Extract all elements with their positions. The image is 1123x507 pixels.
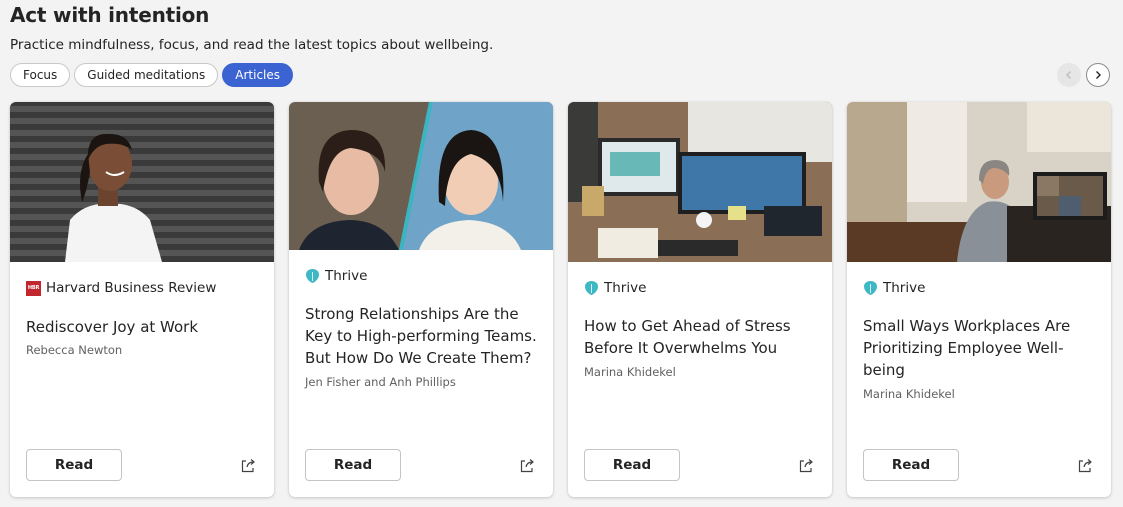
carousel-prev-button[interactable] [1057, 63, 1081, 87]
share-icon [799, 459, 813, 473]
tab-focus[interactable]: Focus [10, 63, 71, 87]
article-author: Marina Khidekel [584, 365, 676, 379]
article-title[interactable]: Strong Relationships Are the Key to High… [305, 303, 541, 369]
share-button[interactable] [238, 456, 258, 476]
source-name: Thrive [883, 280, 926, 296]
article-source: Thrive [863, 280, 925, 296]
article-card[interactable]: HBR Harvard Business Review Rediscover J… [10, 102, 274, 497]
hbr-logo-icon: HBR [26, 280, 41, 296]
share-icon [520, 459, 534, 473]
article-author: Rebecca Newton [26, 343, 123, 357]
article-image [289, 102, 553, 250]
section-subtitle: Practice mindfulness, focus, and read th… [10, 37, 494, 53]
tab-guided-meditations[interactable]: Guided meditations [74, 63, 219, 87]
article-title[interactable]: How to Get Ahead of Stress Before It Ove… [584, 315, 820, 359]
read-button[interactable]: Read [305, 449, 401, 481]
article-image [568, 102, 832, 262]
read-button[interactable]: Read [584, 449, 680, 481]
source-name: Harvard Business Review [46, 280, 217, 296]
article-image [10, 102, 274, 262]
article-source: Thrive [584, 280, 646, 296]
share-icon [241, 459, 255, 473]
chevron-left-icon [1066, 71, 1071, 79]
chevron-right-icon [1096, 71, 1101, 79]
article-card[interactable]: Thrive How to Get Ahead of Stress Before… [568, 102, 832, 497]
thrive-logo-icon [864, 281, 877, 295]
article-image [847, 102, 1111, 262]
thrive-logo-icon [306, 269, 319, 283]
source-name: Thrive [604, 280, 647, 296]
tab-articles[interactable]: Articles [222, 63, 294, 87]
section-title: Act with intention [10, 3, 210, 27]
article-card[interactable]: Thrive Small Ways Workplaces Are Priorit… [847, 102, 1111, 497]
article-card[interactable]: Thrive Strong Relationships Are the Key … [289, 102, 553, 497]
article-author: Marina Khidekel [863, 387, 955, 401]
article-source: HBR Harvard Business Review [26, 280, 216, 296]
article-title[interactable]: Rediscover Joy at Work [26, 316, 262, 338]
read-button[interactable]: Read [863, 449, 959, 481]
share-button[interactable] [1075, 456, 1095, 476]
thrive-logo-icon [585, 281, 598, 295]
article-title[interactable]: Small Ways Workplaces Are Prioritizing E… [863, 315, 1099, 381]
article-author: Jen Fisher and Anh Phillips [305, 375, 456, 389]
read-button[interactable]: Read [26, 449, 122, 481]
article-source: Thrive [305, 268, 367, 284]
category-tabs: Focus Guided meditations Articles [10, 63, 294, 87]
carousel-next-button[interactable] [1086, 63, 1110, 87]
share-button[interactable] [796, 456, 816, 476]
share-icon [1078, 459, 1092, 473]
share-button[interactable] [517, 456, 537, 476]
source-name: Thrive [325, 268, 368, 284]
